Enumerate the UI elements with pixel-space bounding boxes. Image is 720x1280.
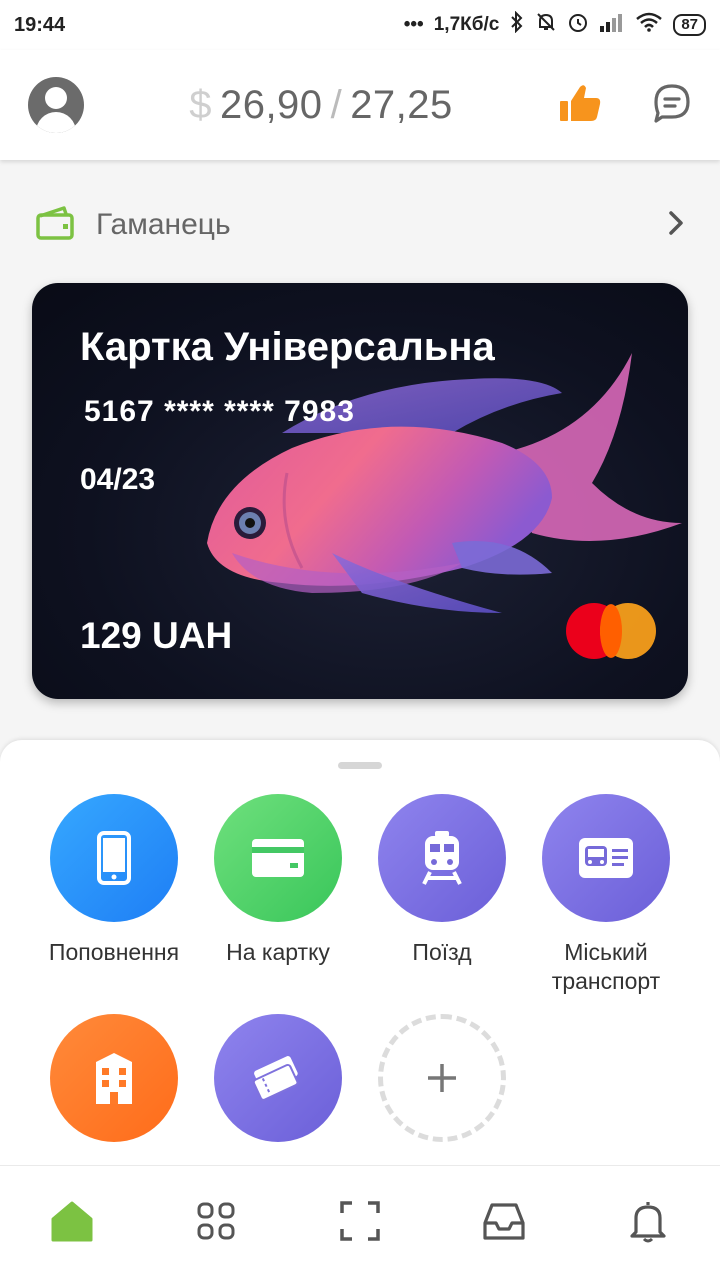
nav-notifications[interactable] bbox=[613, 1188, 683, 1258]
action-add[interactable] bbox=[360, 1014, 524, 1142]
tickets-icon bbox=[214, 1014, 342, 1142]
app-header: $26,90/27,25 bbox=[0, 50, 720, 160]
card-number: 5167 **** **** 7983 bbox=[84, 395, 355, 428]
card-balance: 129 UAH bbox=[80, 615, 233, 656]
wallet-icon bbox=[36, 205, 74, 245]
action-label: Міський транспорт bbox=[551, 939, 661, 994]
action-label: Поповнення bbox=[48, 939, 180, 965]
train-icon bbox=[378, 794, 506, 922]
status-bar: 19:44 ••• 1,7Кб/с 87 bbox=[0, 0, 720, 50]
nav-scan[interactable] bbox=[325, 1188, 395, 1258]
nav-inbox[interactable] bbox=[469, 1188, 539, 1258]
action-train[interactable]: Поїзд bbox=[360, 794, 524, 967]
chat-icon[interactable] bbox=[652, 83, 692, 128]
action-label: Поїзд bbox=[412, 939, 472, 965]
bank-card[interactable]: Картка Універсальна 5167 **** **** 7983 … bbox=[32, 283, 688, 699]
more-dots-icon: ••• bbox=[403, 14, 424, 35]
bluetooth-icon bbox=[509, 10, 525, 39]
bus-icon bbox=[542, 794, 670, 922]
wallet-label: Гаманець bbox=[96, 208, 231, 241]
balance-limit: 27,25 bbox=[350, 82, 453, 127]
account-balance: $26,90/27,25 bbox=[189, 83, 453, 128]
nav-services[interactable] bbox=[181, 1188, 251, 1258]
mute-icon bbox=[535, 11, 557, 39]
building-icon bbox=[50, 1014, 178, 1142]
alarm-icon bbox=[567, 11, 589, 39]
status-indicators: ••• 1,7Кб/с 87 bbox=[403, 10, 706, 39]
phone-icon bbox=[50, 794, 178, 922]
inbox-icon bbox=[482, 1201, 526, 1246]
card-icon bbox=[214, 794, 342, 922]
avatar-icon[interactable] bbox=[28, 77, 84, 133]
thumbs-up-icon[interactable] bbox=[558, 83, 602, 128]
action-top-up[interactable]: Поповнення bbox=[32, 794, 196, 967]
action-to-card[interactable]: На картку bbox=[196, 794, 360, 967]
grid-icon bbox=[196, 1201, 236, 1246]
signal-icon bbox=[599, 12, 625, 38]
bell-icon bbox=[629, 1199, 667, 1248]
plus-icon bbox=[378, 1014, 506, 1142]
header-actions bbox=[558, 83, 692, 128]
sheet-drag-handle[interactable] bbox=[338, 762, 382, 769]
nav-home[interactable] bbox=[37, 1188, 107, 1258]
currency-symbol: $ bbox=[189, 82, 212, 127]
chevron-right-icon[interactable] bbox=[666, 209, 686, 242]
action-city-transport[interactable]: Міський транспорт bbox=[524, 794, 688, 996]
action-tickets[interactable] bbox=[196, 1014, 360, 1142]
action-label: На картку bbox=[226, 939, 330, 965]
balance-current: 26,90 bbox=[219, 82, 323, 127]
scan-icon bbox=[339, 1200, 381, 1247]
balance-separator: / bbox=[330, 82, 343, 127]
bottom-navigation bbox=[0, 1165, 720, 1280]
battery-indicator: 87 bbox=[673, 14, 706, 36]
wifi-icon bbox=[635, 12, 663, 38]
wallet-row[interactable]: Гаманець bbox=[36, 190, 686, 260]
status-time: 19:44 bbox=[14, 13, 66, 36]
home-icon bbox=[50, 1200, 94, 1247]
wallet-title: Гаманець bbox=[36, 205, 231, 245]
network-speed: 1,7Кб/с bbox=[433, 14, 500, 35]
card-title: Картка Універсальна bbox=[80, 325, 495, 369]
card-expiry: 04/23 bbox=[80, 463, 156, 496]
mastercard-logo bbox=[566, 603, 656, 659]
action-utilities[interactable] bbox=[32, 1014, 196, 1142]
